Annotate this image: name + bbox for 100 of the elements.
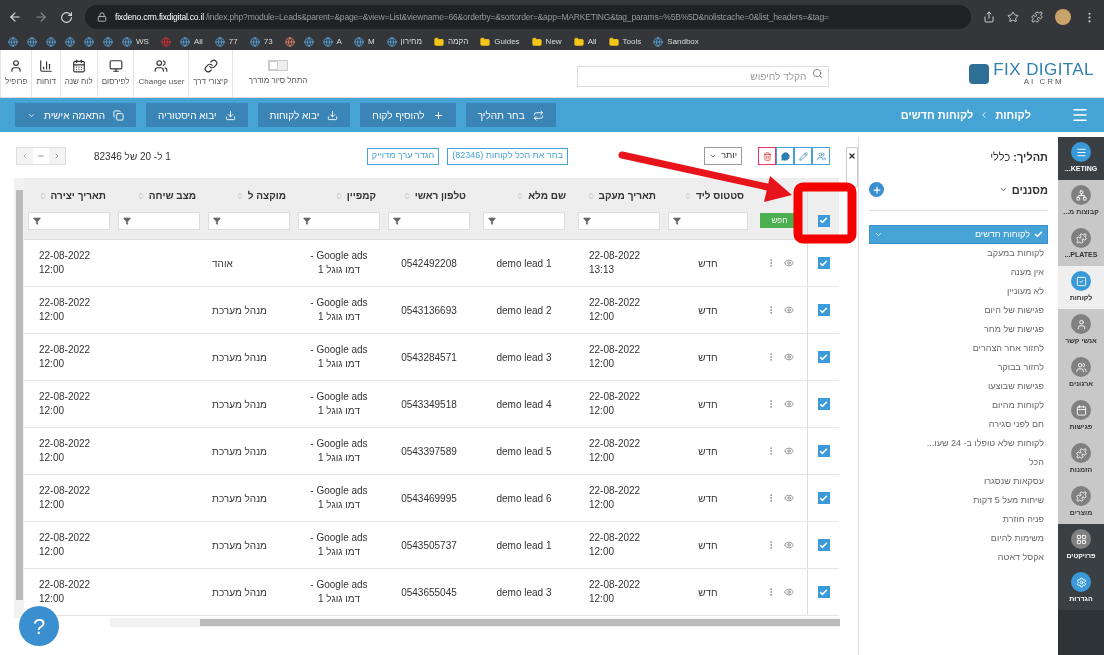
site-icon[interactable] (8, 37, 18, 47)
bookmark-link[interactable]: Guides (494, 36, 520, 48)
assign-button[interactable] (812, 147, 830, 165)
bookmark-link[interactable]: הקמה (447, 36, 469, 48)
toolbar-button[interactable]: Change user (133, 50, 189, 97)
bookmark-link[interactable]: New (545, 36, 562, 48)
column-header[interactable]: תאריך יצירה (28, 188, 110, 203)
reload-icon[interactable] (60, 10, 73, 24)
site-icon[interactable] (386, 37, 397, 47)
filter-item[interactable]: משימות להיום (869, 529, 1048, 548)
checkbox[interactable] (817, 539, 830, 551)
bookmark-link[interactable]: A (336, 36, 342, 48)
toolbar-button[interactable]: דוחות (31, 50, 60, 97)
filter-item[interactable]: לחזור אחר הצהרים (869, 339, 1048, 358)
filter-item[interactable]: אקסל דאטה (869, 548, 1048, 567)
bookmark-link[interactable]: M (367, 36, 375, 48)
checkbox[interactable] (817, 214, 830, 227)
filter-item[interactable]: לקוחות שלא טופלו ב- 24 שעו... (869, 434, 1048, 453)
site-icon[interactable] (103, 37, 113, 47)
filter-item[interactable]: הכל (869, 453, 1048, 472)
filter-item[interactable]: אין מענה (869, 263, 1048, 282)
filter-item[interactable]: לקוחות במעקב (869, 244, 1048, 263)
filter-item[interactable]: פגישות שבוצעו (869, 377, 1048, 396)
site-icon[interactable] (179, 37, 190, 47)
folder-icon[interactable] (608, 37, 619, 47)
site-icon[interactable] (65, 37, 75, 47)
vertical-scrollbar[interactable] (14, 178, 24, 618)
filter-item[interactable]: לקוחות מהיום (869, 396, 1048, 415)
filter-item[interactable]: עסקאות שנסגרו (869, 472, 1048, 491)
checkbox[interactable] (817, 586, 830, 598)
filters-toggle[interactable]: מסננים (998, 181, 1048, 198)
bookmark-link[interactable]: WS (136, 36, 149, 48)
comment-button[interactable] (776, 147, 794, 165)
toolbar-button[interactable]: קיצורי דרך (188, 50, 232, 97)
bookmark-link[interactable]: All (193, 36, 203, 48)
column-header[interactable]: שם מלא (478, 188, 570, 203)
toolbar-button[interactable]: בחר תהליך (465, 103, 556, 127)
site-icon[interactable] (46, 37, 56, 47)
filter-item[interactable]: שיחות מעל 5 דקות (869, 491, 1048, 510)
bookmark-link[interactable]: Tools (622, 36, 642, 48)
toolbar-button[interactable]: יבוא היסטוריה (146, 103, 248, 127)
checkbox[interactable] (817, 257, 830, 269)
filter-item[interactable]: פגישות של היום (869, 301, 1048, 320)
checkbox[interactable] (817, 304, 830, 316)
horizontal-scrollbar[interactable] (110, 618, 840, 627)
view-icon[interactable] (783, 305, 794, 315)
address-bar[interactable]: fixdeno.crm.fixdigital.co.il /index.php?module=Leads&parent=&page=&view=List&viewname=66&orderby=&sortorder=&app=MARKETING&tag_params=%5B%5D&nolistcache=0&list_headers=&tag= (85, 5, 971, 29)
column-header[interactable]: טלפון ראשי (388, 188, 470, 203)
view-icon[interactable] (783, 493, 794, 503)
site-icon[interactable] (214, 37, 225, 47)
search-field[interactable]: הקלד לחיפוש (577, 66, 830, 87)
site-icon[interactable] (653, 37, 664, 47)
bookmark-link[interactable]: מחירון (400, 36, 422, 48)
bookmark-link[interactable]: All (587, 36, 597, 48)
bookmark-link[interactable]: 73 (263, 36, 273, 48)
site-icon[interactable] (27, 37, 37, 47)
site-icon[interactable] (249, 37, 260, 47)
filter-field[interactable] (388, 211, 470, 230)
checkbox[interactable] (817, 445, 830, 457)
extensions-icon[interactable] (1031, 11, 1043, 23)
site-icon[interactable] (303, 37, 314, 47)
view-icon[interactable] (783, 540, 794, 550)
filter-field[interactable] (28, 211, 110, 230)
site-icon[interactable] (122, 37, 132, 47)
delete-button[interactable] (758, 147, 776, 165)
back-icon[interactable] (8, 10, 22, 24)
filter-item[interactable]: חם לפני סגירה (869, 415, 1048, 434)
bookmark-link[interactable]: Sandbox (667, 36, 699, 48)
bookmark-link[interactable]: 77 (228, 36, 238, 48)
filter-item[interactable]: לחזור בבוקר (869, 358, 1048, 377)
view-icon[interactable] (783, 399, 794, 409)
folder-icon[interactable] (433, 37, 444, 47)
toolbar-button[interactable]: יבוא לקוחות (257, 103, 351, 127)
column-header[interactable]: סטטוס ליד (668, 188, 748, 203)
profile-avatar[interactable] (1055, 9, 1071, 25)
share-icon[interactable] (983, 11, 995, 23)
column-header[interactable]: מוקצה ל (208, 188, 290, 203)
tour-toggle[interactable]: התחל סיור מודרך (231, 50, 324, 97)
folder-icon[interactable] (573, 37, 584, 47)
filter-item[interactable]: פגישות של מחר (869, 320, 1048, 339)
filter-field[interactable] (578, 211, 660, 230)
checkbox[interactable] (817, 398, 830, 410)
toolbar-button[interactable]: התאמה אישית (15, 103, 136, 127)
close-tab[interactable] (846, 147, 858, 187)
folder-icon[interactable] (531, 37, 542, 47)
folder-icon[interactable] (480, 37, 491, 47)
site-icon[interactable] (84, 37, 94, 47)
filter-field[interactable] (298, 211, 380, 230)
toolbar-button[interactable]: פרופיל (0, 50, 32, 97)
checkbox[interactable] (817, 492, 830, 504)
filter-item[interactable]: פניה חוזרת (869, 510, 1048, 529)
filter-field[interactable] (118, 211, 200, 230)
site-icon[interactable] (322, 37, 333, 47)
site-icon[interactable] (284, 37, 295, 47)
toolbar-button[interactable]: לפירסום (96, 50, 134, 97)
column-header[interactable]: תאריך מעקב (578, 188, 660, 203)
site-icon[interactable] (160, 37, 171, 47)
column-header[interactable]: מצב שיחה (118, 188, 200, 203)
view-icon[interactable] (783, 446, 794, 456)
view-icon[interactable] (783, 352, 794, 362)
